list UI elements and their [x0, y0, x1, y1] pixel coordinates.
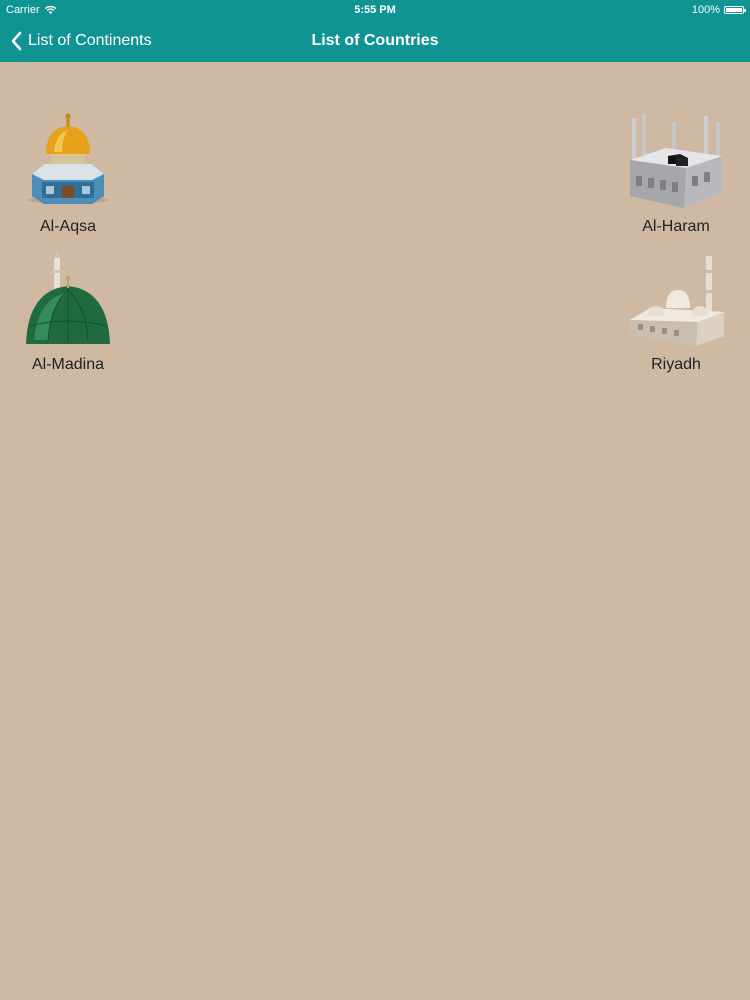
tile-al-haram[interactable]: Al-Haram	[621, 112, 731, 236]
tile-al-aqsa[interactable]: Al-Aqsa	[13, 112, 123, 236]
status-bar: Carrier 5:55 PM 100%	[0, 0, 750, 20]
status-time: 5:55 PM	[354, 4, 396, 16]
back-button-label: List of Continents	[28, 32, 152, 49]
status-right: 100%	[691, 0, 746, 20]
tile-riyadh[interactable]: Riyadh	[621, 250, 731, 374]
tile-label: Al-Haram	[642, 218, 710, 235]
riyadh-mosque-icon	[630, 250, 724, 346]
back-button[interactable]: List of Continents	[10, 20, 152, 62]
tile-label: Al-Madina	[31, 356, 105, 373]
battery-icon	[724, 6, 746, 14]
top-bar: Carrier 5:55 PM 100% List of Continents …	[0, 0, 750, 62]
chevron-left-icon	[11, 31, 22, 51]
battery-percent: 100%	[691, 4, 720, 16]
tile-label: Riyadh	[651, 356, 701, 373]
al-aqsa-dome-icon	[28, 113, 108, 204]
navigation-bar: List of Continents List of Countries	[0, 20, 750, 62]
tile-label: Al-Aqsa	[39, 218, 97, 235]
al-madina-green-dome-icon	[26, 250, 110, 344]
al-haram-mosque-icon	[630, 114, 722, 208]
tile-al-madina[interactable]: Al-Madina	[13, 250, 123, 374]
